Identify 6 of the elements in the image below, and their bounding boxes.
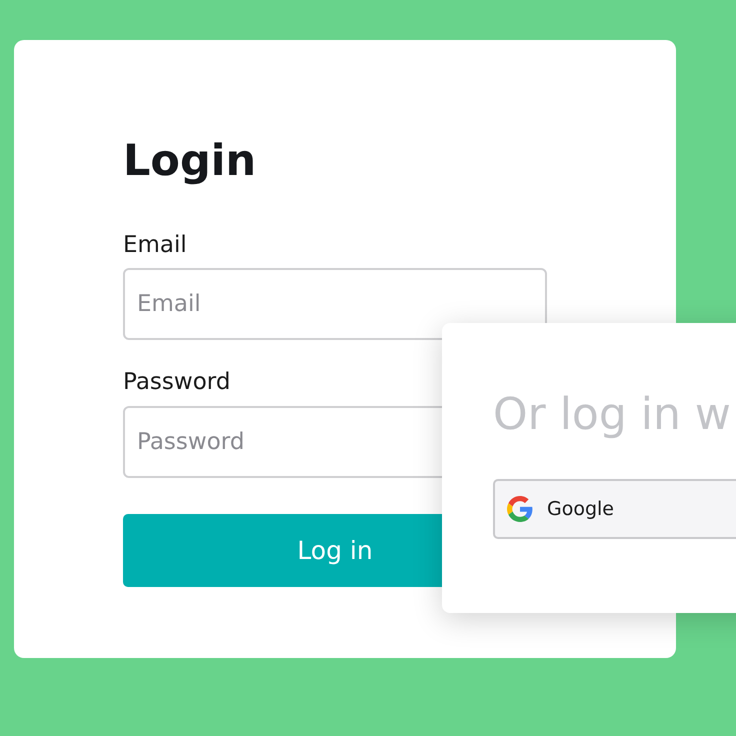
login-title: Login: [123, 140, 258, 183]
google-g-icon: [507, 496, 533, 522]
field-label: Email: [123, 233, 188, 258]
input-field[interactable]: Email: [123, 268, 547, 340]
google-button[interactable]: Google: [493, 479, 736, 540]
field-label: Password: [123, 370, 232, 396]
